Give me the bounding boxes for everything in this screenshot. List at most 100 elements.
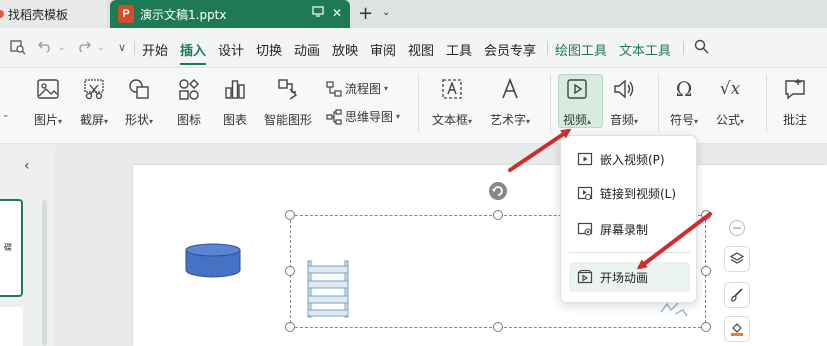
slide-thumbnail-1[interactable]: 碟 — [0, 199, 23, 297]
opening-animation-icon — [577, 270, 593, 284]
video-dropdown-menu: 嵌入视频(P) 链接到视频(L) 屏幕录制 开场动画 — [560, 135, 697, 303]
formula-label: 公式 — [716, 113, 741, 127]
menu-member[interactable]: 会员专享 — [484, 40, 536, 59]
close-tab-icon[interactable]: ✕ — [332, 6, 342, 20]
layers-icon — [729, 252, 745, 264]
bar-chart-icon — [222, 76, 248, 102]
template-logo-icon — [0, 10, 4, 18]
smartart-label: 智能图形 — [264, 113, 313, 127]
resize-handle-top-right[interactable] — [701, 210, 711, 220]
menu-view[interactable]: 视图 — [408, 40, 434, 59]
screenshot-label: 截屏 — [80, 113, 105, 127]
screenshot-button[interactable]: 截屏▾ — [80, 76, 108, 128]
tab-document[interactable]: P 演示文稿1.pptx ✕ — [110, 0, 350, 28]
menu-review[interactable]: 审阅 — [370, 40, 396, 59]
link-video-icon — [577, 186, 593, 200]
ribbon-scroll-chevron-icon[interactable]: ⌄ — [2, 110, 10, 120]
menu-slideshow[interactable]: 放映 — [332, 40, 358, 59]
menu-tools[interactable]: 工具 — [446, 40, 472, 59]
undo-icon[interactable] — [38, 39, 52, 57]
cylinder-shape[interactable] — [185, 243, 242, 279]
partial-shape[interactable] — [657, 300, 697, 320]
shape-button[interactable]: 形状▾ — [125, 76, 153, 128]
video-play-icon — [564, 76, 590, 102]
rotate-handle-icon[interactable] — [488, 181, 508, 201]
thumbnail-text: 碟 — [4, 243, 12, 252]
more-chevron-icon[interactable]: ∨ — [118, 41, 126, 54]
menu-drawing-tools[interactable]: 绘图工具 — [555, 40, 607, 59]
redo-chevron-icon[interactable]: ⌄ — [97, 43, 105, 53]
shape-label: 形状 — [125, 113, 150, 127]
undo-chevron-icon[interactable]: ⌄ — [58, 43, 66, 53]
smartart-icon — [275, 76, 301, 102]
new-tab-button[interactable]: + — [358, 3, 373, 24]
audio-button[interactable]: 音频▾ — [610, 76, 638, 128]
symbol-button[interactable]: Ω 符号▾ — [670, 76, 698, 128]
layers-tool-button[interactable] — [724, 246, 750, 272]
menu-start[interactable]: 开始 — [142, 40, 168, 59]
picture-icon — [35, 76, 61, 102]
embed-video-icon — [577, 152, 593, 166]
ribbon-divider — [550, 74, 551, 132]
menu-design[interactable]: 设计 — [218, 40, 244, 59]
textbox-button[interactable]: 文本框▾ — [432, 76, 472, 128]
scissors-icon — [81, 76, 107, 102]
search-icon[interactable] — [694, 39, 709, 58]
menu-insert[interactable]: 插入 — [180, 40, 207, 65]
menu-item-embed-video[interactable]: 嵌入视频(P) — [569, 144, 690, 174]
icons-button[interactable]: 图标 — [176, 76, 202, 128]
menu-animation[interactable]: 动画 — [294, 40, 320, 59]
comment-button[interactable]: 批注 — [782, 76, 808, 128]
menu-item-screen-record[interactable]: 屏幕录制 — [569, 214, 690, 244]
tab-template[interactable]: 找稻壳模板 — [0, 0, 107, 28]
menu-divider — [683, 41, 684, 55]
resize-handle-bottom-left[interactable] — [285, 322, 295, 332]
video-label: 视频 — [563, 113, 588, 127]
video-button[interactable]: 视频▴ — [563, 76, 591, 128]
resize-handle-right[interactable] — [701, 266, 711, 276]
picture-button[interactable]: 图片▾ — [34, 76, 62, 128]
tab-list-chevron-icon[interactable]: ⌄ — [382, 7, 390, 18]
embed-video-label: 嵌入视频(P) — [600, 152, 665, 167]
resize-handle-bottom-right[interactable] — [701, 322, 711, 332]
ribbon-divider — [418, 74, 419, 132]
title-tab-bar: 找稻壳模板 P 演示文稿1.pptx ✕ + ⌄ — [0, 0, 827, 28]
ppt-file-icon: P — [118, 5, 134, 23]
chart-button[interactable]: 图表 — [222, 76, 248, 128]
menu-transition[interactable]: 切换 — [256, 40, 282, 59]
ribbon-divider — [766, 74, 767, 132]
formula-button[interactable]: √x 公式▾ — [716, 76, 744, 128]
slide-thumbnail-2[interactable] — [0, 307, 23, 346]
textbox-icon — [439, 76, 465, 102]
window-mode-icon[interactable] — [312, 6, 324, 20]
comment-label: 批注 — [782, 113, 807, 127]
resize-handle-bottom[interactable] — [493, 322, 503, 332]
menu-item-opening-animation[interactable]: 开场动画 — [569, 262, 690, 292]
wordart-icon — [497, 76, 523, 102]
slide-thumbnail-pane: ‹ 碟 — [0, 145, 55, 346]
ribbon-divider — [658, 74, 659, 132]
redo-icon[interactable] — [77, 39, 91, 57]
smartart-button[interactable]: 智能图形 — [264, 76, 312, 128]
collapse-pane-chevron-icon[interactable]: ‹ — [24, 158, 30, 174]
mindmap-icon — [326, 108, 342, 125]
menu-item-link-video[interactable]: 链接到视频(L) — [569, 178, 690, 208]
flowchart-button[interactable]: 流程图 ▾ — [326, 80, 388, 97]
flowchart-label: 流程图 — [345, 82, 382, 96]
fill-bucket-icon — [731, 323, 743, 336]
preview-icon[interactable] — [10, 39, 26, 59]
resize-handle-top[interactable] — [493, 210, 503, 220]
symbol-label: 符号 — [670, 113, 695, 127]
mindmap-button[interactable]: 思维导图 ▾ — [326, 108, 400, 125]
style-tool-button[interactable] — [724, 282, 750, 308]
menu-text-tools[interactable]: 文本工具 — [619, 40, 671, 59]
fill-tool-button[interactable] — [724, 316, 750, 342]
wordart-button[interactable]: 艺术字▾ — [490, 76, 530, 128]
resize-handle-top-left[interactable] — [285, 210, 295, 220]
shelf-shape[interactable] — [307, 260, 349, 318]
mindmap-label: 思维导图 — [345, 110, 394, 124]
collapse-toolbar-icon[interactable]: − — [729, 220, 745, 236]
resize-handle-left[interactable] — [285, 266, 295, 276]
thumbnail-scrollbar[interactable] — [42, 200, 47, 346]
menu-divider — [547, 41, 548, 55]
